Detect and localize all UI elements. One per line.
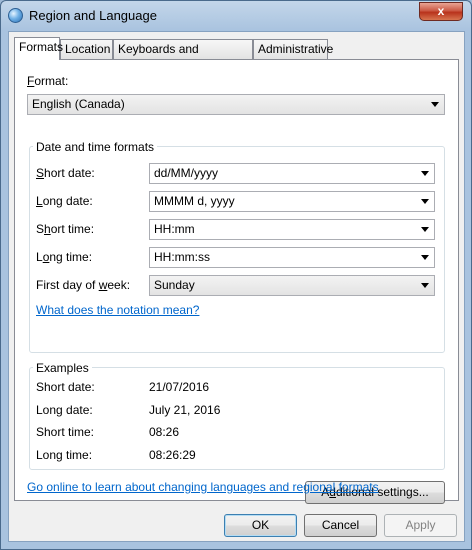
region-language-window: Region and Language x Formats Location K… bbox=[0, 0, 472, 550]
title-bar[interactable]: Region and Language x bbox=[1, 1, 471, 31]
ok-button[interactable]: OK bbox=[224, 514, 297, 537]
example-short-date-label: Short date: bbox=[36, 380, 95, 394]
format-select[interactable]: English (Canada) bbox=[27, 94, 445, 115]
chevron-down-icon bbox=[421, 283, 429, 288]
example-short-time-label: Short time: bbox=[36, 425, 95, 439]
first-day-of-week-select[interactable]: Sunday bbox=[149, 275, 435, 296]
apply-button[interactable]: Apply bbox=[384, 514, 457, 537]
chevron-down-icon bbox=[421, 171, 429, 176]
formats-panel: Format: English (Canada) Date and time f… bbox=[14, 59, 459, 504]
cancel-button[interactable]: Cancel bbox=[304, 514, 377, 537]
chevron-down-icon bbox=[421, 199, 429, 204]
short-date-label: Short date: bbox=[36, 166, 95, 180]
first-day-of-week-label: First day of week: bbox=[36, 278, 131, 292]
examples-title: Examples bbox=[33, 361, 92, 375]
example-long-time-label: Long time: bbox=[36, 448, 93, 462]
long-date-select[interactable]: MMMM d, yyyy bbox=[149, 191, 435, 212]
chevron-down-icon bbox=[421, 227, 429, 232]
format-label: Format: bbox=[27, 74, 69, 88]
tab-formats[interactable]: Formats bbox=[14, 37, 63, 60]
tab-location[interactable]: Location bbox=[60, 39, 113, 59]
short-date-select[interactable]: dd/MM/yyyy bbox=[149, 163, 435, 184]
window-title: Region and Language bbox=[29, 8, 157, 23]
example-long-date-label: Long date: bbox=[36, 403, 93, 417]
notation-help-link[interactable]: What does the notation mean? bbox=[36, 303, 199, 317]
example-long-date-value: July 21, 2016 bbox=[149, 403, 221, 417]
globe-icon bbox=[8, 8, 23, 23]
date-time-formats-title: Date and time formats bbox=[33, 140, 158, 154]
dialog-client-area: Formats Location Keyboards and Languages… bbox=[8, 31, 465, 542]
example-short-date-value: 21/07/2016 bbox=[149, 380, 210, 394]
short-time-select[interactable]: HH:mm bbox=[149, 219, 435, 240]
long-date-label: Long date: bbox=[36, 194, 93, 208]
close-button[interactable]: x bbox=[419, 2, 463, 21]
short-time-label: Short time: bbox=[36, 222, 95, 236]
chevron-down-icon bbox=[431, 102, 439, 107]
long-time-select[interactable]: HH:mm:ss bbox=[149, 247, 435, 268]
example-long-time-value: 08:26:29 bbox=[149, 448, 196, 462]
tab-administrative[interactable]: Administrative bbox=[253, 39, 333, 59]
example-short-time-value: 08:26 bbox=[149, 425, 180, 439]
long-time-label: Long time: bbox=[36, 250, 93, 264]
online-languages-link[interactable]: Go online to learn about changing langua… bbox=[27, 480, 379, 494]
tab-keyboards-and-languages[interactable]: Keyboards and Languages bbox=[113, 39, 253, 75]
chevron-down-icon bbox=[421, 255, 429, 260]
